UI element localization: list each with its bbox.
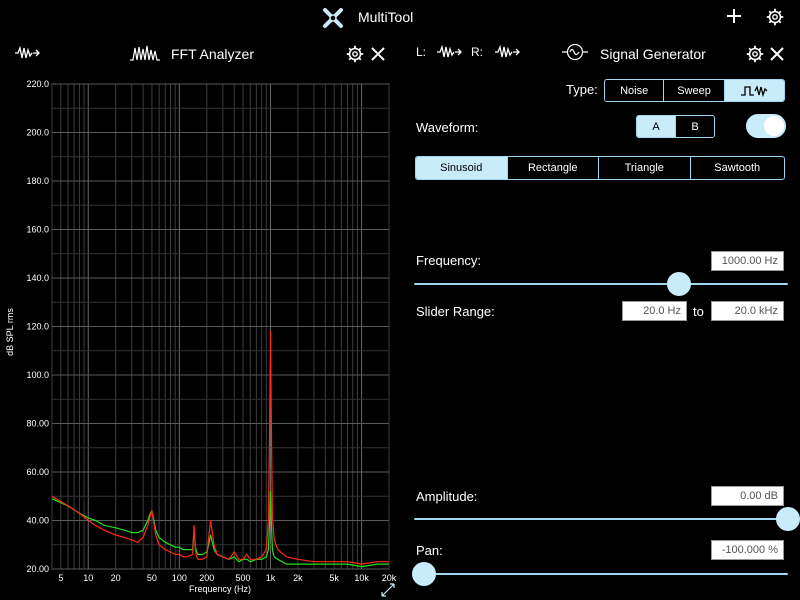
type-label: Type: xyxy=(566,82,598,97)
y-tick-label: 180.0 xyxy=(26,176,49,186)
generator-close-icon[interactable] xyxy=(768,45,786,63)
toggle-knob xyxy=(764,116,784,136)
pan-value-field[interactable]: -100.000 % xyxy=(711,540,784,560)
input-source-icon[interactable] xyxy=(14,44,40,62)
amplitude-value-field[interactable]: 0.00 dB xyxy=(711,486,784,506)
range-from-field[interactable]: 20.0 Hz xyxy=(622,301,687,321)
x-tick-label: 20k xyxy=(382,573,397,583)
y-tick-labels: 20.00 40.00 60.00 80.00 100.0 120.0 140.0 160.0… xyxy=(26,79,49,574)
x-tick-label: 10 xyxy=(83,573,93,583)
range-to-label: to xyxy=(693,304,704,319)
settings-gear-icon[interactable] xyxy=(764,6,786,28)
frequency-label: Frequency: xyxy=(416,253,482,268)
fft-settings-gear-icon[interactable] xyxy=(344,43,366,65)
expand-icon[interactable] xyxy=(381,583,395,597)
y-tick-label: 80.00 xyxy=(26,419,49,429)
right-channel-source-icon[interactable] xyxy=(494,44,520,60)
signal-generator-title: Signal Generator xyxy=(600,46,706,62)
x-tick-labels: 5 10 20 50 100 200 500 1k 2k 5k 10k 20k xyxy=(58,573,396,583)
waveform-toggle[interactable] xyxy=(746,114,786,138)
y-tick-label: 40.00 xyxy=(26,516,49,526)
fft-spectrum-chart[interactable]: 5 10 20 50 100 200 500 1k 2k 5k 10k 20k 20.00 40.00 6… xyxy=(0,72,410,600)
frequency-slider-track[interactable] xyxy=(414,283,788,285)
type-option-sweep[interactable]: Sweep xyxy=(664,80,725,101)
waveform-label: Waveform: xyxy=(416,120,479,135)
x-axis-label: Frequency (Hz) xyxy=(189,584,251,594)
y-tick-label: 120.0 xyxy=(26,322,49,332)
y-tick-label: 140.0 xyxy=(26,273,49,283)
waveform-rectangle[interactable]: Rectangle xyxy=(507,157,599,179)
signal-generator-icon xyxy=(561,42,589,62)
square-wave-icon xyxy=(741,84,768,97)
right-channel-label: R: xyxy=(471,45,483,59)
range-to-field[interactable]: 20.0 kHz xyxy=(711,301,784,321)
frequency-slider-thumb[interactable] xyxy=(666,272,691,296)
waveform-channel-selector: A B xyxy=(636,115,715,138)
waveform-sawtooth[interactable]: Sawtooth xyxy=(690,157,784,179)
left-channel-source-icon[interactable] xyxy=(436,44,462,60)
amplitude-slider-thumb[interactable] xyxy=(776,507,800,531)
x-tick-label: 10k xyxy=(354,573,369,583)
app-title: MultiTool xyxy=(358,9,414,25)
generator-settings-gear-icon[interactable] xyxy=(744,43,766,65)
type-option-noise[interactable]: Noise xyxy=(605,80,665,101)
frequency-value-field[interactable]: 1000.00 Hz xyxy=(711,251,784,271)
fft-analyzer-title: FFT Analyzer xyxy=(171,46,254,62)
x-tick-label: 20 xyxy=(111,573,121,583)
waveform-triangle[interactable]: Triangle xyxy=(599,157,691,179)
y-axis-label: dB SPL rms xyxy=(5,308,15,356)
pan-label: Pan: xyxy=(416,543,443,558)
x-tick-label: 1k xyxy=(266,573,276,583)
amplitude-label: Amplitude: xyxy=(416,489,478,504)
add-icon[interactable] xyxy=(724,6,744,26)
y-tick-label: 60.00 xyxy=(26,467,49,477)
left-channel-label: L: xyxy=(416,45,427,59)
x-tick-label: 500 xyxy=(236,573,251,583)
y-tick-label: 100.0 xyxy=(26,370,49,380)
y-grid xyxy=(52,83,389,570)
waveform-channel-b[interactable]: B xyxy=(676,116,714,137)
x-tick-label: 50 xyxy=(147,573,157,583)
multitool-logo-icon xyxy=(322,7,344,29)
fft-analyzer-icon xyxy=(128,44,162,62)
y-tick-label: 200.0 xyxy=(26,128,49,138)
x-tick-label: 100 xyxy=(172,573,187,583)
type-selector: Noise Sweep xyxy=(604,79,785,102)
pan-slider-track[interactable] xyxy=(414,573,788,575)
x-tick-label: 2k xyxy=(293,573,303,583)
waveform-channel-a[interactable]: A xyxy=(637,116,676,137)
x-tick-label: 5k xyxy=(329,573,339,583)
x-tick-label: 5 xyxy=(58,573,63,583)
slider-range-label: Slider Range: xyxy=(416,304,495,319)
amplitude-slider-track[interactable] xyxy=(414,518,788,520)
type-option-waveform[interactable] xyxy=(724,80,784,101)
y-tick-label: 20.00 xyxy=(26,564,49,574)
waveform-shape-selector: Sinusoid Rectangle Triangle Sawtooth xyxy=(415,156,785,180)
waveform-sinusoid[interactable]: Sinusoid xyxy=(416,157,508,179)
fft-close-icon[interactable] xyxy=(369,45,387,63)
top-bar: MultiTool xyxy=(0,0,800,34)
y-tick-label: 160.0 xyxy=(26,225,49,235)
y-tick-label: 220.0 xyxy=(26,79,49,89)
pan-slider-thumb[interactable] xyxy=(412,562,436,586)
x-tick-label: 200 xyxy=(199,573,214,583)
